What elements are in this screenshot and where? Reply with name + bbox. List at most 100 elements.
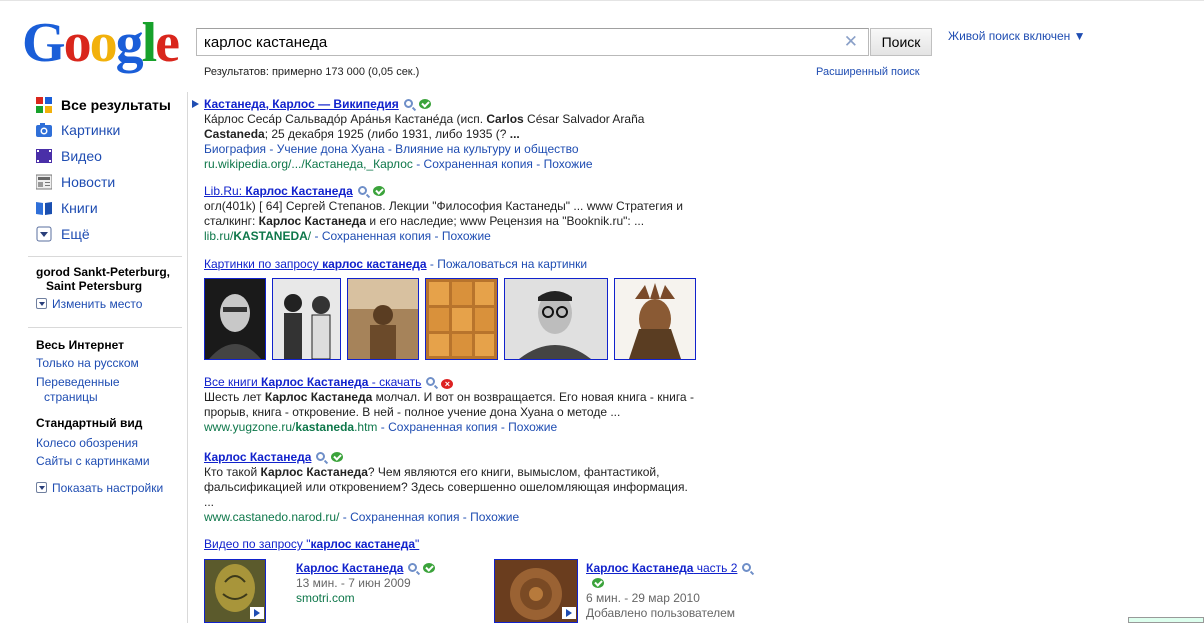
video-2-info: Карлос Кастанеда часть 2 6 мин. - 29 мар… [586, 561, 752, 621]
desert-photo [348, 279, 418, 359]
nav-label-all: Все результаты [61, 97, 171, 113]
image-thumbnail[interactable] [347, 278, 419, 360]
nav-label-more: Ещё [61, 226, 90, 242]
change-place-link[interactable]: Изменить место [36, 297, 142, 311]
video-1-meta: 13 мин. - 7 июн 2009 [296, 576, 411, 590]
result-3-url: www.yugzone.ru/kastaneda.htm [204, 420, 378, 434]
result-3: Все книги Карлос Кастанеда - скачать × Ше… [204, 375, 694, 435]
book-covers-photo [426, 279, 497, 359]
image-results-link[interactable]: Картинки по запросу карлос кастанеда [204, 257, 427, 271]
cached-link[interactable]: Сохраненная копия [322, 229, 431, 243]
search-query[interactable]: карлос кастанеда [204, 34, 327, 51]
result-4-snippet-1: Кто такой Карлос Кастанеда? Чем являются… [204, 465, 660, 479]
result-1-title[interactable]: Кастанеда, Карлос — Википедия [204, 97, 399, 111]
camera-icon [36, 123, 52, 137]
video-2-title[interactable]: Карлос Кастанеда часть 2 [586, 561, 737, 575]
cached-link[interactable]: Сохраненная копия [350, 510, 459, 524]
result-2-url-line: lib.ru/KASTANEDA/ - Сохраненная копия - … [204, 229, 491, 243]
nav-label-news: Новости [61, 174, 116, 190]
location-line2: Saint Petersburg [46, 279, 143, 293]
sites-with-images-link[interactable]: Сайты с картинками [36, 454, 150, 468]
video-thumbnail[interactable] [494, 559, 578, 623]
video-1-site: smotri.com [296, 591, 355, 605]
play-icon[interactable] [562, 607, 576, 619]
warning-icon: × [441, 379, 454, 389]
nav-label-video: Видео [61, 148, 102, 164]
safe-check-icon [592, 578, 604, 588]
result-1-snippet-2: Castaneda; 25 декабря 1925 (либо 1931, л… [204, 127, 520, 141]
logo-letter: l [141, 12, 158, 74]
safe-check-icon [423, 563, 436, 573]
video-2-meta: 6 мин. - 29 мар 2010 [586, 591, 700, 605]
result-3-url-line: www.yugzone.ru/kastaneda.htm - Сохраненн… [204, 420, 558, 434]
translated-pages-link[interactable]: Переведенные [36, 375, 120, 389]
similar-link[interactable]: Похожие [508, 420, 557, 434]
image-results-header: Картинки по запросу карлос кастанеда - П… [204, 257, 588, 271]
result-3-snippet-1: Шесть лет Карлос Кастанеда молчал. И вот… [204, 390, 694, 404]
result-1-url-line: ru.wikipedia.org/.../Кастанеда,_Карлос -… [204, 157, 593, 171]
status-bar-progress [1128, 617, 1204, 623]
result-2-title[interactable]: Lib.Ru: Карлос Кастанеда [204, 184, 353, 198]
similar-link[interactable]: Похожие [470, 510, 519, 524]
image-thumbnail[interactable] [425, 278, 498, 360]
result-2-url: lib.ru/KASTANEDA/ [204, 229, 312, 243]
result-4-title[interactable]: Карлос Кастанеда [204, 450, 311, 464]
result-2: Lib.Ru: Карлос Кастанеда огл(401k) [ 64]… [204, 184, 683, 244]
show-settings-link[interactable]: Показать настройки [36, 481, 163, 495]
result-4-snippet-2: фальсификацией или откровением? Здесь со… [204, 480, 688, 494]
translated-pages-link-cont[interactable]: страницы [44, 390, 98, 404]
google-logo[interactable]: Google [22, 12, 180, 74]
safe-check-icon [372, 186, 385, 196]
image-thumbnail[interactable] [204, 278, 266, 360]
search-button[interactable]: Поиск [870, 28, 932, 56]
video-results-link[interactable]: Видео по запросу "карлос кастанеда" [204, 537, 419, 551]
video-icon [36, 149, 52, 163]
change-place-label: Изменить место [52, 297, 143, 311]
result-1: Кастанеда, Карлос — Википедия Ка́рлос Се… [204, 97, 644, 172]
clear-icon[interactable]: ✕ [844, 32, 858, 52]
result-2-snippet-1: огл(401k) [ 64] Сергей Степанов. Лекции … [204, 199, 683, 213]
show-settings-label: Показать настройки [52, 481, 164, 495]
logo-letter: o [89, 12, 118, 74]
chevron-down-icon [36, 482, 47, 493]
result-2-snippet-2: сталкинг: Карлос Кастанеда и его наследи… [204, 214, 645, 228]
portrait-photo [205, 279, 265, 359]
play-icon[interactable] [250, 607, 264, 619]
search-input[interactable]: карлос кастанеда ✕ [196, 28, 869, 56]
live-search-toggle[interactable]: Живой поиск включен ▼ [948, 29, 1085, 43]
wonder-wheel-link[interactable]: Колесо обозрения [36, 436, 138, 450]
preview-icon[interactable] [316, 452, 326, 461]
result-1-sublinks[interactable]: Биография - Учение дона Хуана - Влияние … [204, 142, 644, 157]
result-4-snippet-3: ... [204, 495, 215, 509]
nav-label-books: Книги [61, 200, 98, 216]
sidebar-separator [28, 327, 182, 328]
logo-letter: o [63, 12, 92, 74]
chevron-down-icon [36, 298, 47, 309]
video-thumbnail[interactable] [204, 559, 266, 623]
result-4-url-line: www.castanedo.narod.ru/ - Сохраненная ко… [204, 510, 520, 524]
preview-icon[interactable] [426, 377, 436, 386]
similar-link[interactable]: Похожие [442, 229, 491, 243]
advanced-search-link[interactable]: Расширенный поиск [816, 66, 920, 78]
similar-link[interactable]: Похожие [544, 157, 593, 171]
cached-link[interactable]: Сохраненная копия [424, 157, 533, 171]
result-pointer-icon [192, 100, 199, 108]
cached-link[interactable]: Сохраненная копия [388, 420, 497, 434]
safe-check-icon [418, 99, 431, 109]
nav-label-images: Картинки [61, 122, 121, 138]
result-3-title[interactable]: Все книги Карлос Кастанеда - скачать [204, 375, 421, 389]
image-thumbnail[interactable] [272, 278, 341, 360]
preview-icon[interactable] [357, 186, 367, 195]
logo-letter: G [22, 12, 66, 74]
news-icon [36, 174, 52, 190]
image-thumbnail[interactable] [614, 278, 696, 360]
report-images-link[interactable]: Пожаловаться на картинки [437, 257, 587, 271]
preview-icon[interactable] [742, 563, 752, 572]
image-thumbnail[interactable] [504, 278, 608, 360]
preview-icon[interactable] [403, 99, 413, 108]
video-results-header: Видео по запросу "карлос кастанеда" [204, 537, 419, 552]
russian-only-link[interactable]: Только на русском [36, 356, 139, 370]
video-1-title[interactable]: Карлос Кастанеда [296, 561, 403, 575]
chevron-down-icon [36, 226, 52, 242]
preview-icon[interactable] [408, 563, 418, 572]
